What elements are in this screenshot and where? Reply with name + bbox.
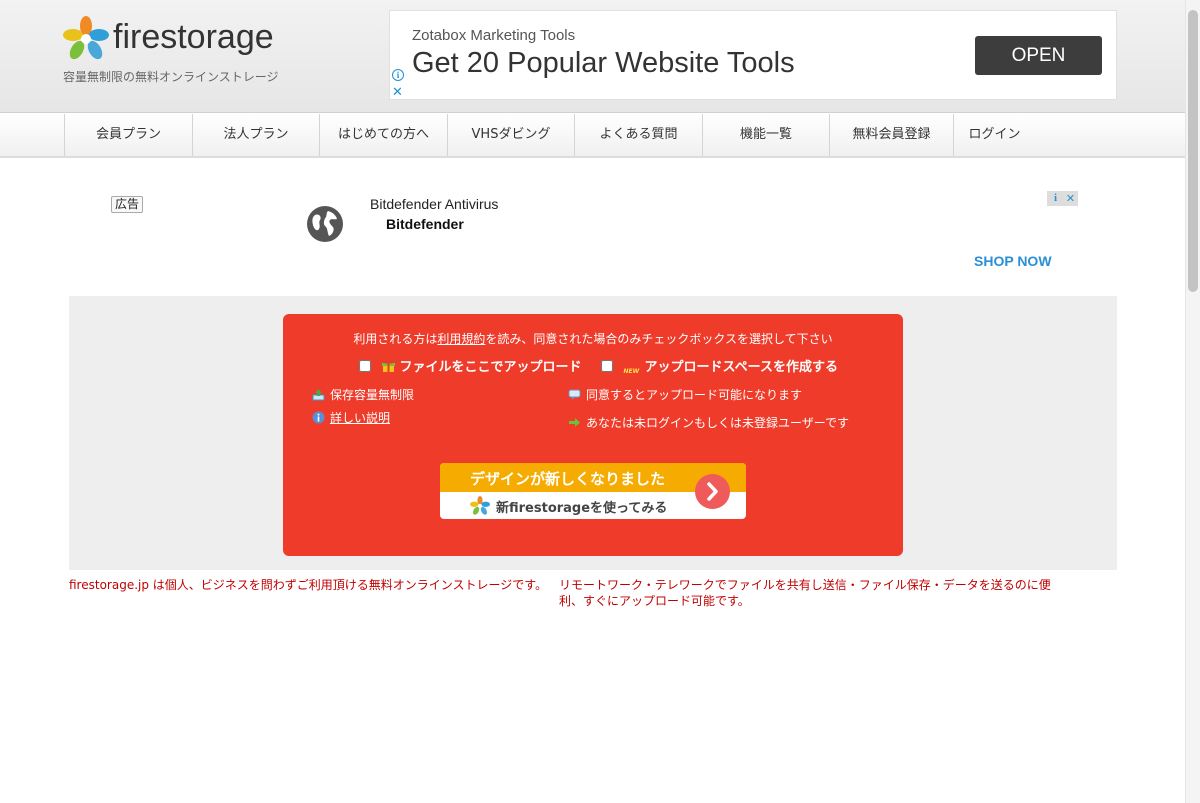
nav-item-register[interactable]: 無料会員登録 [829,114,953,156]
logo-tagline: 容量無制限の無料オンラインストレージ [63,70,279,84]
arrow-right-icon [569,418,580,427]
info-details: 詳しい説明 [312,409,390,426]
storage-icon [312,389,325,401]
info-agree-text: 同意するとアップロード可能になります [586,388,803,402]
new-badge-icon: NEW [623,368,640,375]
ad-info-icon[interactable]: i [1049,192,1062,205]
option-file-label: ファイルをここでアップロード [399,360,582,375]
nav-item-business-plan[interactable]: 法人プラン [192,114,319,156]
gift-box-icon [381,360,395,372]
banner-bottom-text: 新firestorageを使ってみる [496,501,668,516]
ad-label-badge: 広告 [111,196,144,213]
chevron-right-icon [707,482,718,501]
ad-headline[interactable]: Get 20 Popular Website Tools [412,47,795,80]
shop-now-link[interactable]: SHOP NOW [974,253,1052,269]
ad-close-icon[interactable]: ✕ [392,84,403,100]
site-logo[interactable]: firestorage 容量無制限の無料オンラインストレージ [63,16,323,86]
info-circle-icon [312,411,325,424]
description-left: firestorage.jp は個人、ビジネスを問わずご利用頂ける無料オンライン… [69,578,548,592]
terms-notice: 利用される方は利用規約を読み、同意された場合のみチェックボックスを選択して下さい [283,330,903,347]
notice-text-pre: 利用される方は [353,332,438,346]
nav-item-login[interactable]: ログイン [953,114,1035,156]
banner-arrow-button[interactable] [695,474,730,509]
notice-text-post: を読み、同意された場合のみチェックボックスを選択して下さい [485,332,833,346]
file-upload-checkbox[interactable] [359,360,371,372]
page-scrollbar[interactable] [1185,0,1200,803]
upload-box: 利用される方は利用規約を読み、同意された場合のみチェックボックスを選択して下さい… [283,314,903,556]
main-nav: 会員プラン 法人プラン はじめての方へ VHSダビング よくある質問 機能一覧 … [0,114,1200,158]
option-create-space[interactable]: NEW アップロードスペースを作成する [601,356,838,378]
terms-link[interactable]: 利用規約 [437,332,485,346]
details-link[interactable]: 詳しい説明 [330,411,390,425]
description-right: リモートワーク・テレワークでファイルを共有し送信・ファイル保存・データを送るのに… [559,578,1051,608]
site-header: firestorage 容量無制限の無料オンラインストレージ Zotabox M… [0,0,1200,113]
create-space-checkbox[interactable] [601,360,613,372]
mid-display-ad[interactable]: 広告 Bitdefender Antivirus Bitdefender SHO… [69,188,1117,288]
scrollbar-thumb[interactable] [1188,10,1198,292]
nav-item-faq[interactable]: よくある質問 [574,114,702,156]
ad-advertiser: Bitdefender [386,216,464,232]
info-login-text: あなたは未ログインもしくは未登録ユーザーです [586,416,850,430]
option-space-label: アップロードスペースを作成する [644,360,838,375]
info-unlimited: 保存容量無制限 [312,386,414,403]
new-design-banner[interactable]: デザインが新しくなりました 新firestorageを使ってみる [440,463,746,519]
nav-item-vhs-dubbing[interactable]: VHSダビング [447,114,574,156]
ad-close-icon[interactable]: ✕ [1064,192,1077,205]
banner-top-text: デザインが新しくなりました [470,470,666,488]
info-unlimited-text: 保存容量無制限 [330,388,415,402]
ad-controls: i ✕ [1047,191,1078,206]
info-agree: 同意するとアップロード可能になります [568,386,802,403]
flower-logo-icon [470,496,490,515]
ad-open-button[interactable]: OPEN [975,36,1102,75]
speech-bubble-icon [568,389,581,400]
info-login: あなたは未ログインもしくは未登録ユーザーです [568,414,849,431]
ad-brand: Zotabox Marketing Tools [412,27,576,44]
ad-choices-icon[interactable]: i [392,69,404,81]
nav-item-features[interactable]: 機能一覧 [702,114,829,156]
logo-wordmark: firestorage [113,18,274,56]
top-banner-ad[interactable]: Zotabox Marketing Tools Get 20 Popular W… [389,10,1117,100]
globe-icon [307,206,343,242]
ad-title[interactable]: Bitdefender Antivirus [370,196,498,212]
flower-logo-icon [63,16,109,60]
option-file-upload[interactable]: ファイルをここでアップロード [359,356,582,375]
nav-item-beginners[interactable]: はじめての方へ [319,114,447,156]
nav-item-member-plan[interactable]: 会員プラン [64,114,192,156]
